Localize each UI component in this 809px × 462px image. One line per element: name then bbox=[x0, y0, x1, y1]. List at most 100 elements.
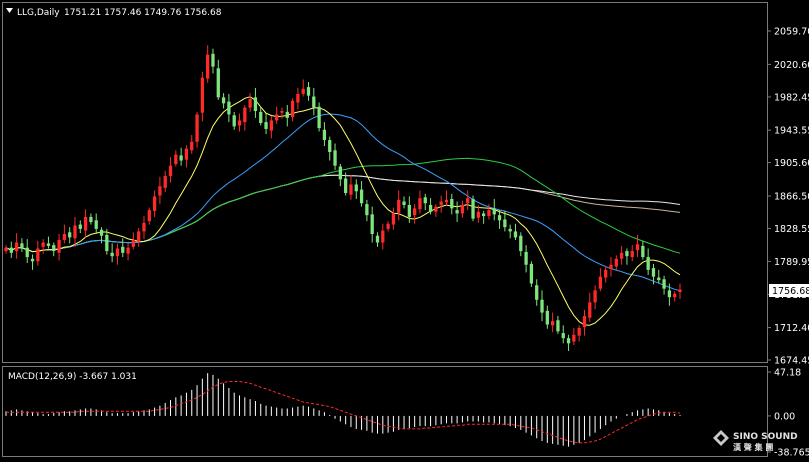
candle-body bbox=[460, 204, 465, 214]
price-tick-label: 1789.95 bbox=[774, 257, 809, 268]
candle-body bbox=[550, 321, 555, 326]
candle-body bbox=[78, 224, 82, 229]
candle-body bbox=[471, 198, 475, 219]
candle-body bbox=[142, 222, 146, 232]
candle-body bbox=[30, 258, 35, 262]
candle-body bbox=[89, 216, 93, 223]
candle-body bbox=[195, 114, 199, 142]
candle-body bbox=[444, 199, 449, 203]
candle-body bbox=[418, 198, 422, 210]
candle-body bbox=[264, 122, 268, 129]
candle-body bbox=[651, 268, 656, 277]
candle-body bbox=[635, 244, 640, 251]
candle-body bbox=[338, 166, 342, 180]
candle-body bbox=[99, 229, 104, 236]
candle-body bbox=[503, 219, 507, 228]
price-tick-label: 1828.55 bbox=[774, 224, 809, 235]
candle-body bbox=[619, 252, 624, 259]
candle-body bbox=[280, 111, 284, 113]
candle-body bbox=[232, 115, 236, 127]
candle-body bbox=[152, 196, 157, 211]
candle-body bbox=[476, 211, 480, 218]
candle-body bbox=[354, 184, 358, 192]
candle-body bbox=[455, 210, 459, 214]
candle-body bbox=[381, 230, 385, 243]
candle-body bbox=[105, 234, 109, 252]
candle-body bbox=[158, 186, 162, 196]
candle-body bbox=[423, 197, 427, 204]
candle-body bbox=[36, 248, 40, 262]
candle-body bbox=[301, 88, 305, 94]
macd-tick-label: 0.00 bbox=[774, 411, 795, 422]
price-tick-label: 1982.45 bbox=[774, 92, 809, 103]
candle-body bbox=[20, 243, 24, 249]
macd-tick-label: 47.18 bbox=[774, 368, 801, 379]
candle-body bbox=[370, 214, 374, 234]
candle-body bbox=[657, 277, 661, 281]
candle-body bbox=[221, 97, 226, 104]
candle-body bbox=[46, 243, 51, 246]
candle-body bbox=[237, 120, 242, 126]
price-tick-label: 1866.50 bbox=[774, 191, 809, 202]
candle-body bbox=[306, 87, 311, 96]
candle-body bbox=[524, 251, 528, 265]
candle-body bbox=[126, 247, 130, 254]
candle-body bbox=[184, 148, 189, 160]
candle-body bbox=[190, 141, 194, 151]
candle-body bbox=[535, 285, 539, 300]
candle-body bbox=[110, 252, 114, 257]
candle-body bbox=[466, 198, 470, 204]
candle-body bbox=[386, 223, 390, 229]
candle-body bbox=[121, 246, 125, 253]
candle-body bbox=[407, 204, 411, 217]
candle-body bbox=[290, 100, 295, 117]
candle-body bbox=[275, 114, 279, 121]
candle-body bbox=[285, 111, 289, 118]
candle-body bbox=[588, 302, 592, 318]
candle-body bbox=[68, 232, 72, 238]
ohlc-readout: 1751.21 1757.46 1749.76 1756.68 bbox=[64, 8, 222, 18]
candle-body bbox=[115, 248, 120, 257]
candle-body bbox=[216, 68, 220, 98]
candle-body bbox=[413, 208, 417, 216]
price-tick-label: 1674.45 bbox=[774, 356, 809, 367]
price-tick-label: 1905.60 bbox=[774, 158, 809, 169]
candle-body bbox=[253, 97, 258, 112]
candle-body bbox=[365, 204, 369, 216]
candle-body bbox=[614, 258, 618, 267]
candle-body bbox=[14, 242, 19, 252]
current-price-label: 1756.68 bbox=[772, 286, 809, 297]
candle-body bbox=[492, 208, 496, 215]
watermark-subtitle: 漢 聲 集 團 bbox=[733, 442, 773, 452]
current-price-marker: 1756.68 bbox=[769, 284, 809, 297]
candle-body bbox=[296, 93, 300, 103]
candle-body bbox=[630, 251, 634, 258]
candle-body bbox=[312, 96, 316, 108]
candle-body bbox=[179, 155, 183, 161]
candle-body bbox=[163, 175, 167, 188]
candle-body bbox=[83, 216, 88, 231]
candle-body bbox=[73, 225, 77, 239]
candle-body bbox=[604, 269, 608, 278]
candle-body bbox=[243, 107, 247, 123]
candle-body bbox=[439, 201, 443, 205]
candle-body bbox=[572, 334, 576, 342]
candle-body bbox=[678, 289, 682, 293]
candle-body bbox=[174, 154, 178, 164]
candle-body bbox=[673, 293, 677, 298]
candle-body bbox=[497, 215, 502, 221]
candle-body bbox=[375, 235, 380, 243]
candle-body bbox=[391, 213, 396, 225]
candle-body bbox=[641, 245, 645, 258]
candle-body bbox=[598, 276, 603, 289]
candle-body bbox=[625, 251, 629, 257]
trading-chart: LLG,Daily 1751.21 1757.46 1749.76 1756.6… bbox=[0, 0, 809, 462]
candle-body bbox=[561, 333, 565, 339]
candle-body bbox=[259, 111, 263, 123]
candle-body bbox=[397, 199, 401, 213]
symbol-label: LLG,Daily bbox=[17, 8, 60, 18]
candle-body bbox=[545, 310, 549, 325]
candle-body bbox=[359, 189, 364, 204]
candle-body bbox=[402, 201, 406, 205]
candle-body bbox=[529, 263, 534, 284]
